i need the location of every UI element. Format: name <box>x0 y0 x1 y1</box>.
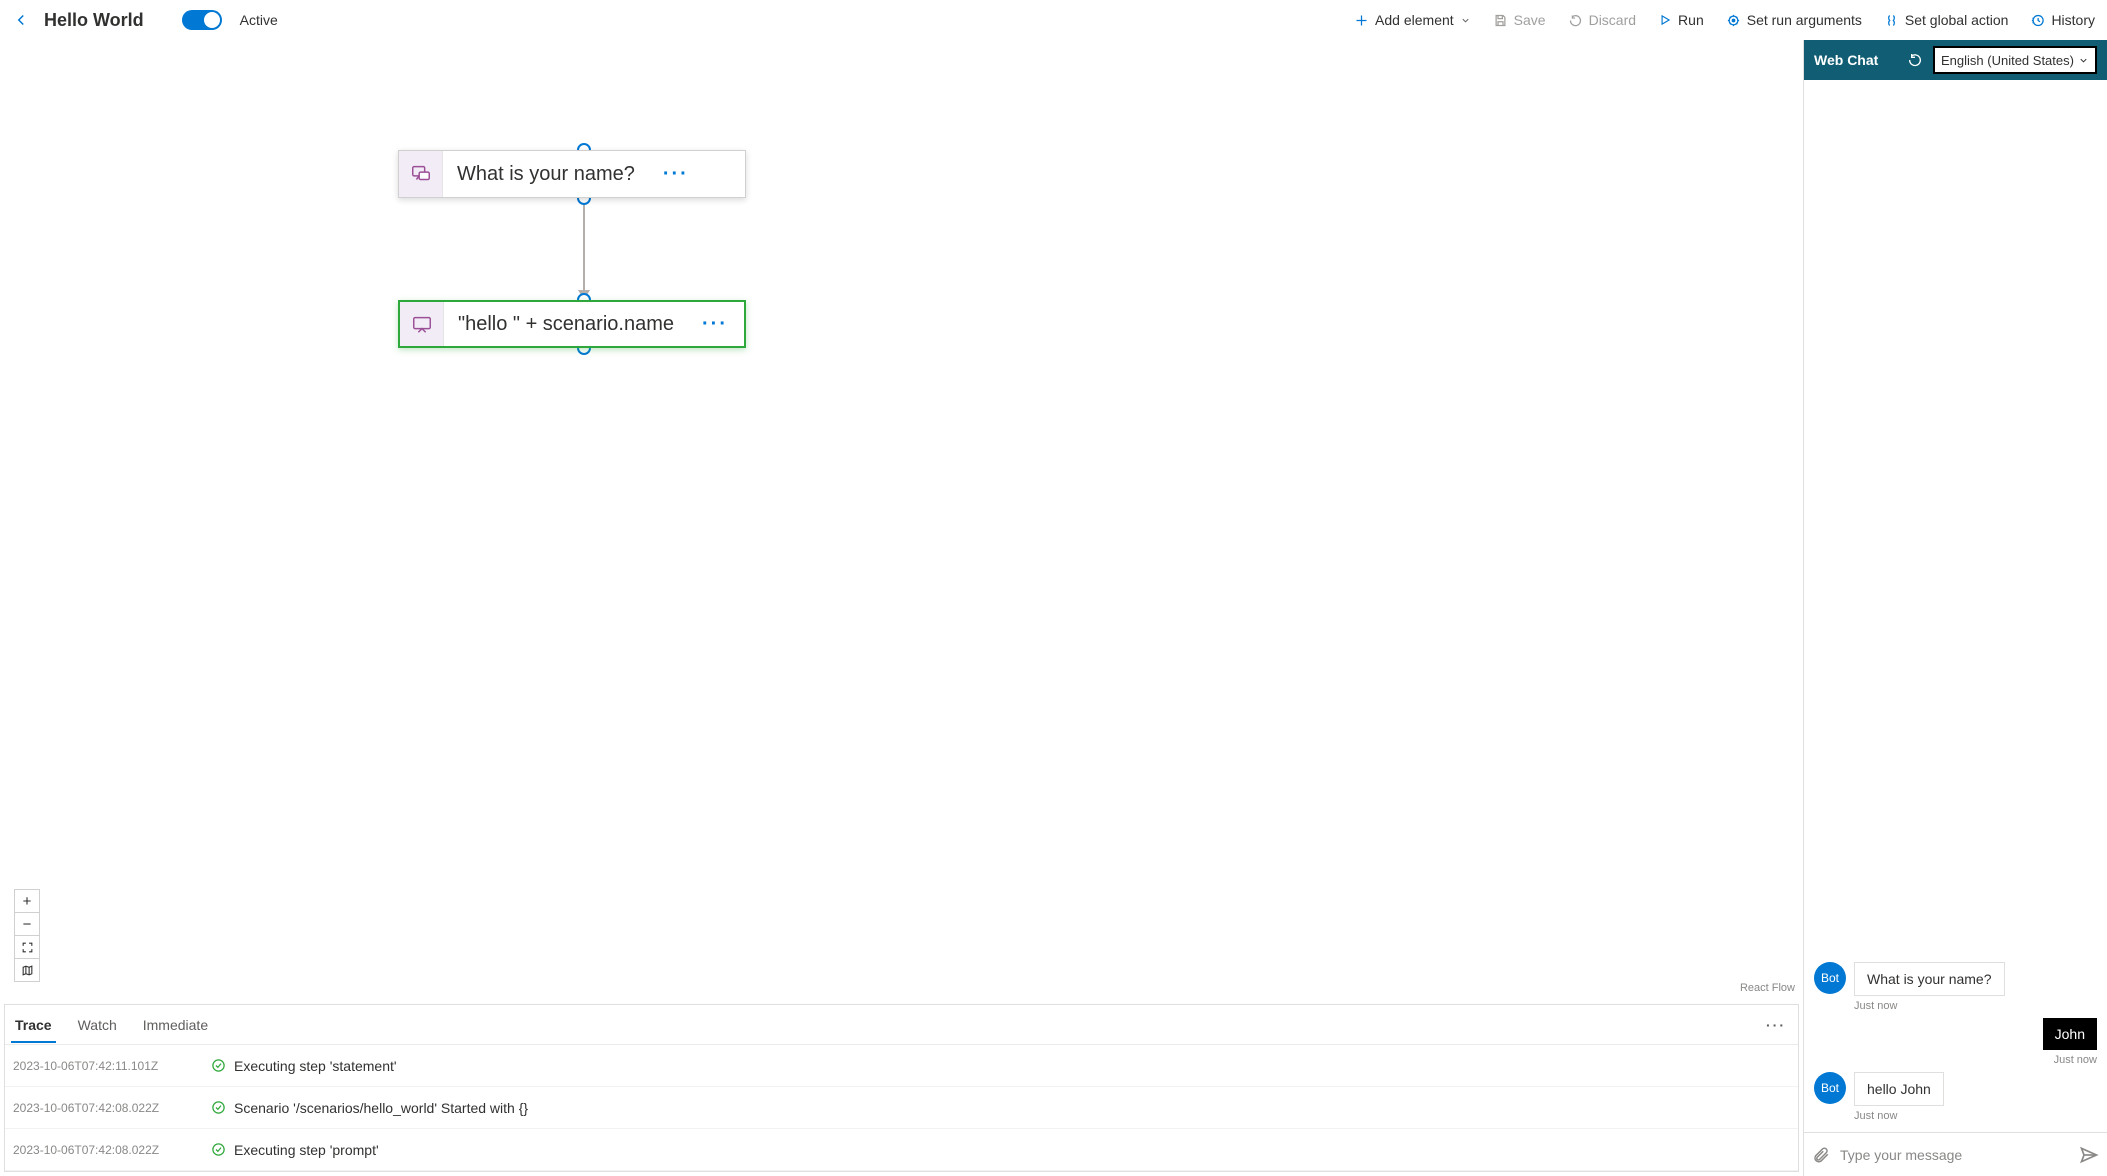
tab-immediate[interactable]: Immediate <box>139 1007 212 1043</box>
trace-message: Executing step 'statement' <box>234 1058 397 1074</box>
zoom-out-button[interactable]: − <box>14 912 40 936</box>
run-button[interactable]: Run <box>1654 8 1708 32</box>
language-select-value: English (United States) <box>1941 53 2074 68</box>
history-label: History <box>2051 12 2095 28</box>
set-global-action-label: Set global action <box>1905 12 2009 28</box>
add-element-button[interactable]: Add element <box>1350 8 1475 32</box>
add-element-label: Add element <box>1375 12 1454 28</box>
trace-row: 2023-10-06T07:42:08.022Z Scenario '/scen… <box>5 1087 1798 1129</box>
chat-bubble: What is your name? <box>1854 962 2005 996</box>
chat-input[interactable] <box>1840 1147 2069 1163</box>
save-button: Save <box>1489 8 1550 32</box>
node-prompt[interactable]: What is your name? ··· <box>398 150 746 198</box>
chat-timestamp: Just now <box>2054 1054 2097 1066</box>
trace-message: Scenario '/scenarios/hello_world' Starte… <box>234 1100 528 1116</box>
active-toggle-label: Active <box>240 12 278 28</box>
scenario-title: Hello World <box>44 10 144 31</box>
flow-canvas[interactable]: What is your name? ··· "hello " + scenar… <box>0 40 1803 1000</box>
trace-message: Executing step 'prompt' <box>234 1142 379 1158</box>
bot-avatar: Bot <box>1814 962 1846 994</box>
attach-icon[interactable] <box>1812 1146 1830 1164</box>
chat-timestamp: Just now <box>1854 1000 1897 1012</box>
send-icon[interactable] <box>2079 1145 2099 1165</box>
discard-label: Discard <box>1589 12 1636 28</box>
reactflow-attribution: React Flow <box>1740 982 1795 994</box>
node-statement[interactable]: "hello " + scenario.name ··· <box>398 300 746 348</box>
prompt-icon <box>399 151 443 197</box>
webchat-title: Web Chat <box>1814 52 1878 68</box>
set-global-action-button[interactable]: Set global action <box>1880 8 2013 32</box>
bot-avatar: Bot <box>1814 1072 1846 1104</box>
set-run-arguments-label: Set run arguments <box>1747 12 1862 28</box>
back-arrow-icon[interactable] <box>8 7 34 33</box>
history-button[interactable]: History <box>2026 8 2099 32</box>
debug-panel-menu[interactable]: ··· <box>1766 1017 1792 1033</box>
zoom-in-button[interactable]: + <box>14 889 40 913</box>
active-toggle[interactable] <box>182 10 222 30</box>
chat-bubble: John <box>2043 1018 2097 1050</box>
node-prompt-menu[interactable]: ··· <box>649 151 703 197</box>
chat-bubble: hello John <box>1854 1072 1944 1106</box>
trace-timestamp: 2023-10-06T07:42:11.101Z <box>13 1059 199 1073</box>
node-statement-menu[interactable]: ··· <box>688 302 742 346</box>
webchat-header: Web Chat English (United States) <box>1804 40 2107 80</box>
chat-message-bot: Bot What is your name? Just now <box>1814 962 2097 1012</box>
set-run-arguments-button[interactable]: Set run arguments <box>1722 8 1866 32</box>
trace-row: 2023-10-06T07:42:11.101Z Executing step … <box>5 1045 1798 1087</box>
success-icon <box>211 1142 226 1157</box>
save-label: Save <box>1514 12 1546 28</box>
language-select[interactable]: English (United States) <box>1933 46 2097 74</box>
minimap-button[interactable] <box>14 958 40 982</box>
trace-timestamp: 2023-10-06T07:42:08.022Z <box>13 1143 199 1157</box>
webchat-input-row <box>1804 1132 2107 1176</box>
zoom-controls: + − <box>14 889 40 982</box>
tab-watch[interactable]: Watch <box>74 1007 121 1043</box>
webchat-body: Bot What is your name? Just now John Jus… <box>1804 80 2107 1132</box>
debug-panel: Trace Watch Immediate ··· 2023-10-06T07:… <box>4 1004 1799 1172</box>
trace-row: 2023-10-06T07:42:08.022Z Executing step … <box>5 1129 1798 1171</box>
chat-message-bot: Bot hello John Just now <box>1814 1072 2097 1122</box>
trace-timestamp: 2023-10-06T07:42:08.022Z <box>13 1101 199 1115</box>
chat-timestamp: Just now <box>1854 1110 1897 1122</box>
statement-icon <box>400 302 444 346</box>
node-prompt-text: What is your name? <box>443 151 649 197</box>
top-toolbar: Hello World Active Add element Save Disc… <box>0 0 2107 40</box>
success-icon <box>211 1100 226 1115</box>
chat-message-user: John Just now <box>1814 1018 2097 1066</box>
tab-trace[interactable]: Trace <box>11 1007 56 1043</box>
run-label: Run <box>1678 12 1704 28</box>
refresh-icon[interactable] <box>1907 52 1923 68</box>
fit-view-button[interactable] <box>14 935 40 959</box>
node-statement-text: "hello " + scenario.name <box>444 302 688 346</box>
success-icon <box>211 1058 226 1073</box>
webchat-panel: Web Chat English (United States) Bot Wha… <box>1803 40 2107 1176</box>
discard-button: Discard <box>1564 8 1640 32</box>
